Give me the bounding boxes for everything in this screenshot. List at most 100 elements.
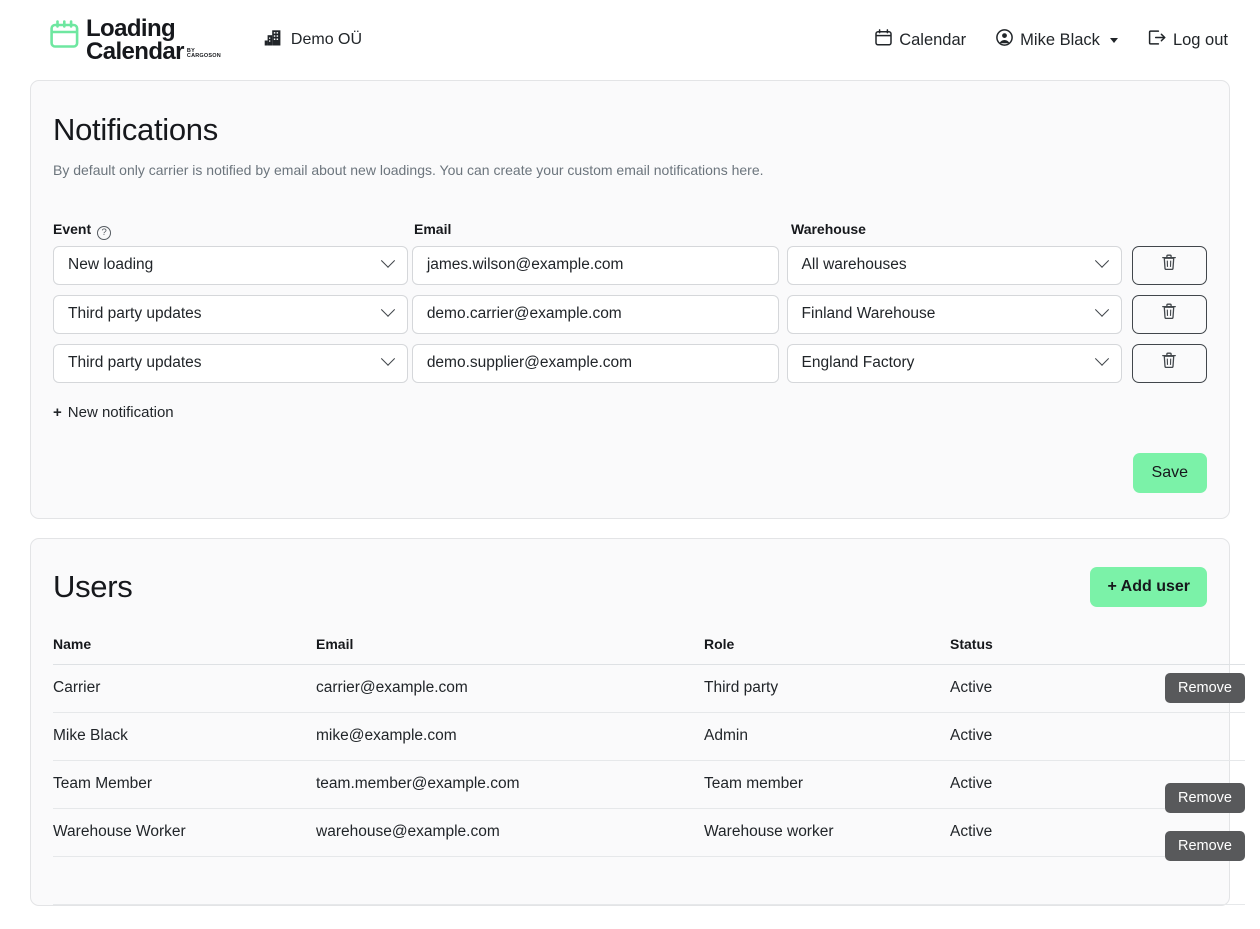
table-footer-spacer-cell [53, 856, 1245, 905]
email-input-value: demo.carrier@example.com [426, 305, 622, 323]
brand-byline: BY CARGOSON [186, 48, 221, 64]
notification-rows: New loading james.wilson@example.com All… [53, 245, 1207, 383]
users-table-header-row: Name Email Role Status [53, 635, 1245, 665]
new-notification-label: New notification [67, 403, 174, 421]
brand-line-2: Calendar [86, 38, 185, 65]
user-role: Warehouse worker [704, 808, 950, 857]
trash-icon [1161, 352, 1177, 374]
event-select[interactable]: New loading [53, 245, 408, 285]
calendar-nav-icon [875, 29, 892, 51]
warehouse-select[interactable]: England Factory [786, 343, 1122, 383]
column-header-event-label: Event [53, 221, 92, 237]
user-actions: Remove [1110, 808, 1245, 862]
trash-icon [1161, 254, 1177, 276]
page-content: Notifications By default only carrier is… [0, 80, 1260, 906]
chevron-down-icon [1094, 253, 1109, 269]
save-row: Save [53, 452, 1207, 493]
user-email: carrier@example.com [316, 664, 704, 713]
status-badge: Active [950, 760, 1110, 809]
notification-row: Third party updates demo.carrier@example… [53, 294, 1207, 334]
warehouse-select-value: England Factory [801, 354, 915, 372]
status-badge: Active [950, 712, 1110, 761]
users-table: Name Email Role Status Carrier carrier@e… [53, 635, 1245, 905]
notifications-card: Notifications By default only carrier is… [30, 80, 1230, 519]
user-circle-icon [996, 29, 1014, 51]
email-input[interactable]: demo.carrier@example.com [411, 294, 779, 334]
user-role: Admin [704, 712, 950, 761]
email-input-value: james.wilson@example.com [426, 256, 624, 274]
user-actions [1110, 712, 1245, 761]
user-email: team.member@example.com [316, 760, 704, 809]
user-actions: Remove [1110, 760, 1245, 814]
chevron-down-icon [380, 302, 395, 318]
chevron-down-icon [1109, 37, 1118, 43]
save-button[interactable]: Save [1132, 452, 1207, 493]
user-role: Team member [704, 760, 950, 809]
top-navigation-bar: Loading Calendar BY CARGOSON Demo OÜ Cal… [0, 0, 1260, 80]
user-email: mike@example.com [316, 712, 704, 761]
nav-calendar-label: Calendar [899, 30, 967, 49]
users-card: Users + Add user Name Email Role Status … [30, 537, 1245, 906]
event-select[interactable]: Third party updates [53, 294, 408, 334]
building-icon [264, 29, 282, 52]
chevron-down-icon [380, 253, 395, 269]
column-header-warehouse: Warehouse [791, 221, 866, 237]
chevron-down-icon [1094, 351, 1109, 367]
calendar-icon [50, 20, 79, 53]
brand-line-1: Loading [86, 14, 176, 42]
event-select[interactable]: Third party updates [53, 343, 408, 383]
warehouse-select[interactable]: All warehouses [786, 245, 1122, 285]
chevron-down-icon [380, 351, 395, 367]
notifications-title: Notifications [53, 112, 218, 147]
status-badge: Active [950, 808, 1110, 857]
table-row: Carrier carrier@example.com Third party … [53, 664, 1245, 713]
nav-right-group: Calendar Mike Black Log out [875, 29, 1228, 51]
user-name: Warehouse Worker [53, 808, 316, 857]
help-icon[interactable]: ? [97, 225, 112, 240]
user-email: warehouse@example.com [316, 808, 704, 857]
column-header-status: Status [950, 635, 1110, 665]
table-row: Mike Black mike@example.com Admin Active [53, 712, 1245, 761]
brand-logo[interactable]: Loading Calendar BY CARGOSON [50, 14, 221, 65]
brand-company: CARGOSON [186, 53, 221, 60]
delete-notification-button[interactable] [1131, 245, 1207, 285]
logout-icon [1148, 29, 1166, 51]
column-header-email: Email [414, 221, 452, 237]
delete-notification-button[interactable] [1131, 343, 1207, 383]
users-title: Users [53, 568, 133, 604]
notifications-subtitle: By default only carrier is notified by e… [53, 162, 764, 178]
notification-row: New loading james.wilson@example.com All… [53, 245, 1207, 285]
nav-logout-label: Log out [1172, 30, 1228, 49]
add-user-button[interactable]: + Add user [1090, 566, 1207, 607]
column-header-role: Role [704, 635, 950, 665]
user-role: Third party [704, 664, 950, 713]
nav-calendar-link[interactable]: Calendar [875, 29, 966, 51]
column-header-actions [1110, 635, 1245, 665]
nav-logout-link[interactable]: Log out [1148, 29, 1228, 51]
organization-name: Demo OÜ [290, 31, 363, 48]
user-name: Mike Black [53, 712, 316, 761]
plus-icon: + [53, 403, 62, 421]
notification-row: Third party updates demo.supplier@exampl… [53, 343, 1207, 383]
user-actions: Remove [1110, 664, 1245, 713]
email-input[interactable]: james.wilson@example.com [411, 245, 779, 285]
remove-user-button[interactable]: Remove [1165, 831, 1245, 862]
delete-notification-button[interactable] [1131, 294, 1207, 334]
table-footer-spacer [53, 856, 1245, 905]
nav-user-label: Mike Black [1020, 30, 1100, 49]
column-header-email: Email [316, 635, 704, 665]
organization-selector[interactable]: Demo OÜ [264, 29, 362, 52]
nav-user-menu[interactable]: Mike Black [996, 29, 1118, 51]
remove-user-button[interactable]: Remove [1165, 673, 1245, 704]
table-row: Team Member team.member@example.com Team… [53, 760, 1245, 814]
warehouse-select-value: All warehouses [801, 256, 907, 274]
table-row: Warehouse Worker warehouse@example.com W… [53, 808, 1245, 862]
event-select-value: Third party updates [68, 354, 202, 372]
status-badge: Active [950, 664, 1110, 713]
warehouse-select[interactable]: Finland Warehouse [786, 294, 1122, 334]
new-notification-link[interactable]: + New notification [53, 404, 174, 421]
email-input[interactable]: demo.supplier@example.com [411, 343, 779, 383]
column-header-event: Event? [53, 221, 414, 240]
users-header: Users + Add user [53, 566, 1207, 607]
notifications-column-headers: Event? Email Warehouse [53, 221, 1207, 240]
